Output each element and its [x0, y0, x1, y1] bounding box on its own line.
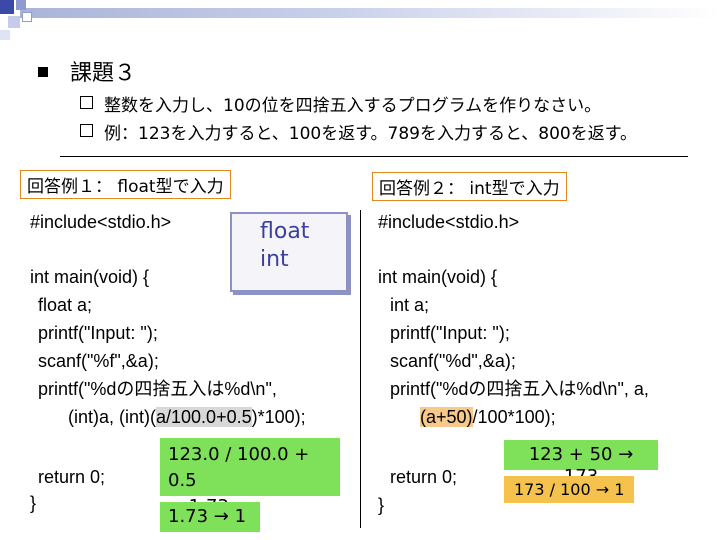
calc-line: 123.0 / 100.0 + 0.5: [168, 444, 310, 491]
highlight-expression: (a+50): [420, 407, 473, 427]
bullet-text: 整数を入力し、10の位を四捨五入するプログラムを作りなさい。: [104, 96, 602, 116]
column-divider: [360, 210, 361, 528]
answer-example-1-label: 回答例１： float型で入力: [20, 170, 231, 199]
code-include: #include<stdio.h>: [30, 212, 172, 232]
code-line: printf("Input: ");: [38, 323, 158, 343]
code-line: (int)a, (int)(a/100.0+0.5)*100);: [68, 402, 306, 432]
callout-line: float: [260, 219, 310, 244]
code-close: }: [30, 493, 37, 513]
code-close: }: [378, 495, 385, 515]
header-gradient-bar: [20, 8, 720, 18]
slide-title: 課題３: [70, 61, 137, 86]
code-line: scanf("%f",&a);: [38, 351, 159, 371]
code-fragment: /100*100);: [472, 407, 556, 427]
code-main: int main(void) {: [30, 267, 150, 287]
decor-square: [22, 12, 32, 22]
title-bullet: [38, 67, 48, 77]
code-return: return 0;: [38, 467, 106, 487]
callout-line: int: [260, 247, 289, 272]
code-line: int a;: [390, 295, 430, 315]
code-line: scanf("%d",&a);: [390, 351, 516, 371]
divider: [60, 156, 688, 157]
code-line: printf("Input: ");: [390, 323, 510, 343]
calc-note: 1.73 → 1: [160, 502, 260, 532]
code-include: #include<stdio.h>: [378, 212, 520, 232]
decor-square: [0, 0, 14, 14]
decor-square: [16, 0, 26, 10]
calc-note: 123 + 50 → 173: [504, 440, 658, 487]
checkbox-bullet-icon: [80, 124, 93, 137]
code-line: printf("%dの四捨五入は%d\n",: [38, 379, 277, 399]
calc-note: 123.0 / 100.0 + 0.5 → 1.73: [160, 438, 340, 517]
code-line: printf("%dの四捨五入は%d\n", a,: [390, 379, 649, 399]
decor-square: [8, 16, 20, 28]
bullet-text: 例：123を入力すると、100を返す。789を入力すると、800を返す。: [104, 124, 638, 144]
code-line: (a+50)/100*100);: [420, 402, 556, 432]
checkbox-bullet-icon: [80, 96, 93, 109]
code-fragment: (int)a, (int)(: [68, 407, 157, 427]
code-line: float a;: [38, 295, 93, 315]
calc-note-orange: 173 / 100 → 1: [504, 476, 635, 503]
type-callout: float int: [230, 212, 348, 292]
highlight-expression: a/100.0+0.5: [156, 407, 252, 427]
decor-square: [0, 30, 10, 40]
code-return: return 0;: [390, 467, 458, 487]
answer-example-2-label: 回答例２： int型で入力: [372, 172, 567, 201]
code-fragment: )*100);: [251, 407, 306, 427]
code-main: int main(void) {: [378, 267, 498, 287]
